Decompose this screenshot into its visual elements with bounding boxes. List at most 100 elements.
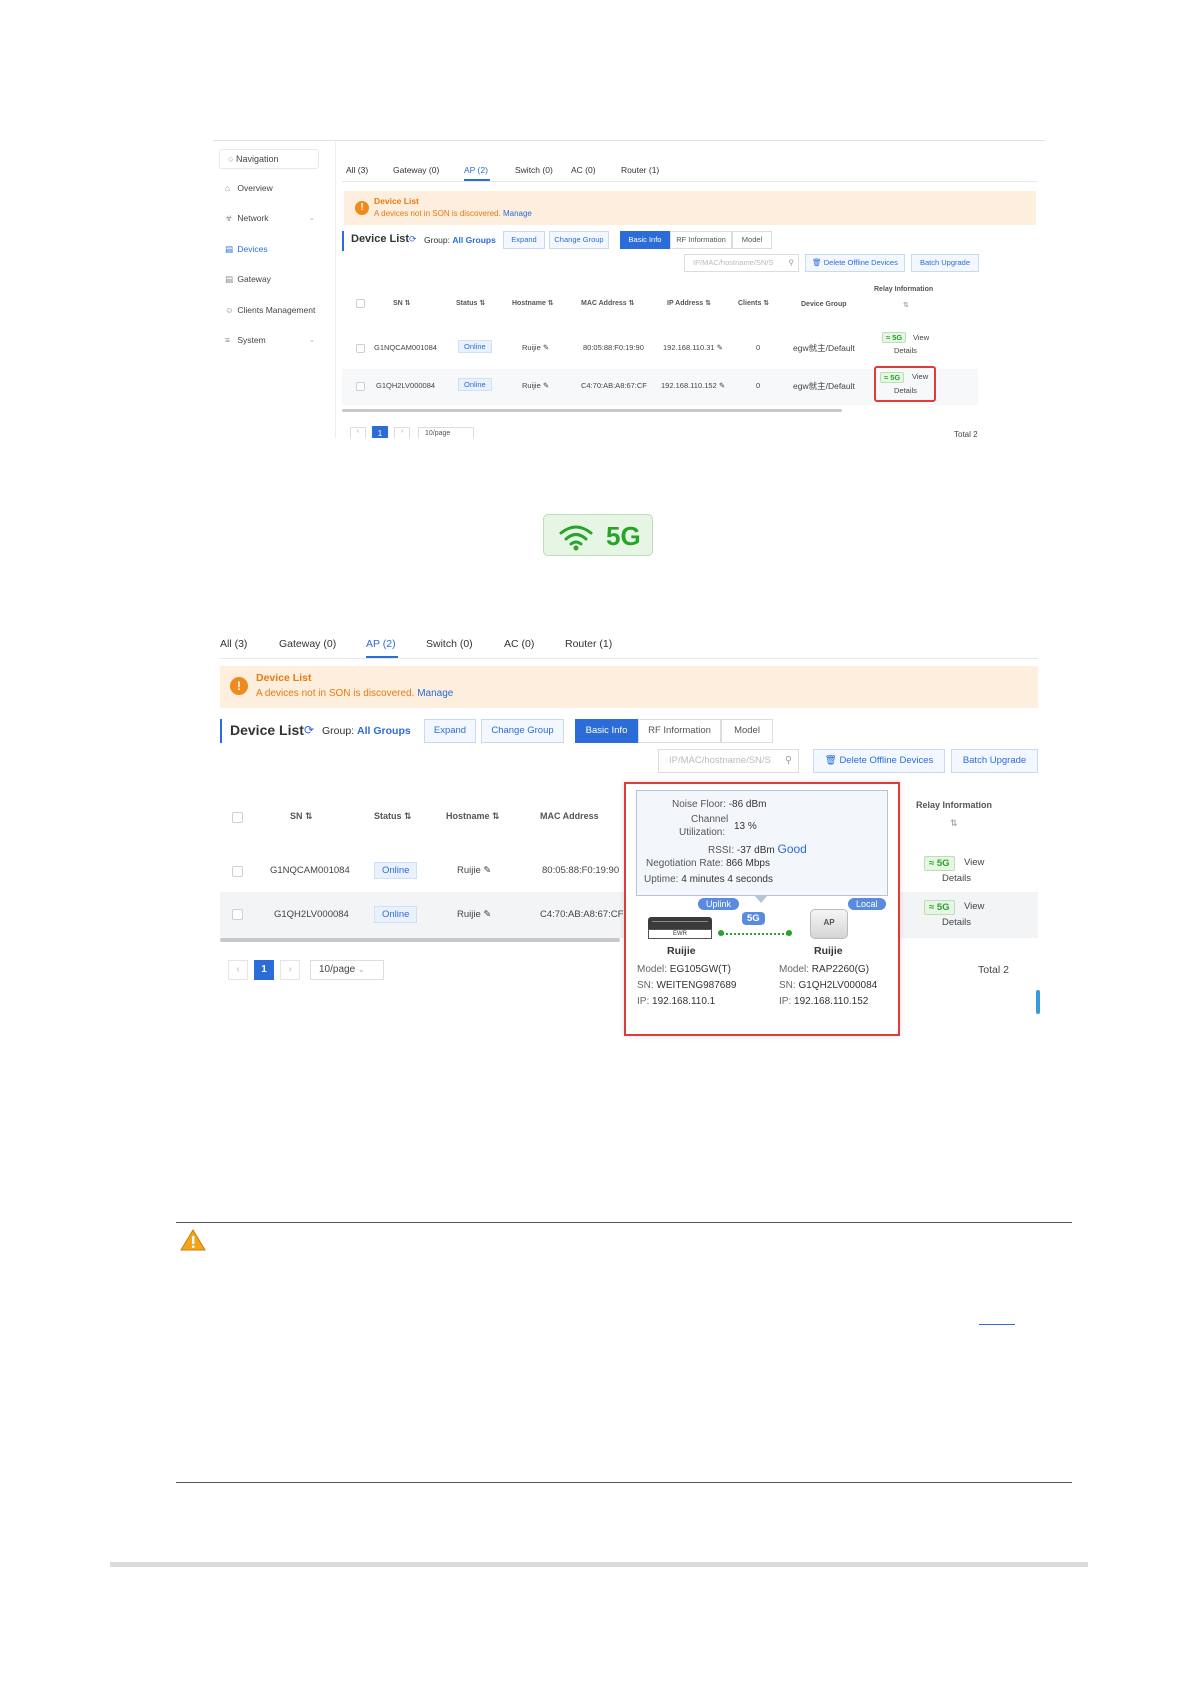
column-relay-information: Relay Information [874, 286, 934, 293]
relay-badge[interactable]: ≈ 5G [880, 372, 905, 383]
view-link[interactable]: View [912, 372, 928, 381]
prev-page-button[interactable]: ‹ [350, 427, 366, 438]
delete-offline-devices-button[interactable]: 🗑 Delete Offline Devices [805, 254, 905, 272]
page-size-select[interactable]: 10/page ⌄ [310, 960, 384, 980]
next-page-button[interactable]: › [280, 960, 300, 980]
row-checkbox[interactable] [232, 866, 243, 877]
noise-floor-label: Noise Floor: [672, 799, 726, 810]
note-link-underline[interactable] [979, 1324, 1015, 1325]
sidebar-item-devices[interactable]: ▤ Devices [225, 244, 268, 255]
column-ip[interactable]: IP Address ⇅ [667, 299, 711, 307]
horizontal-scrollbar[interactable] [220, 938, 620, 942]
sn-link[interactable]: G1QH2LV000084 [376, 381, 435, 390]
tab-switch[interactable]: Switch (0) [426, 638, 473, 650]
sidebar-item-gateway[interactable]: ▤ Gateway [225, 274, 271, 285]
page-number[interactable]: 1 [372, 426, 388, 438]
view-link[interactable]: View [964, 857, 984, 868]
ip-link[interactable]: 192.168.110.152 ✎ [661, 381, 725, 390]
rssi: RSSI: -37 dBm Good [708, 842, 807, 856]
model-tab[interactable]: Model [721, 719, 773, 743]
hostname-link[interactable]: Ruijie ✎ [457, 909, 491, 920]
basic-info-tab[interactable]: Basic Info [620, 231, 670, 249]
hostname-link[interactable]: Ruijie ✎ [522, 381, 549, 390]
sidebar-item-network[interactable]: ☣ Network [225, 213, 269, 224]
prev-page-button[interactable]: ‹ [228, 960, 248, 980]
tab-router[interactable]: Router (1) [621, 165, 659, 175]
details-link[interactable]: Details [942, 917, 971, 928]
rf-information-tab[interactable]: RF Information [670, 231, 732, 249]
next-page-button[interactable]: › [394, 427, 410, 438]
column-status[interactable]: Status ⇅ [374, 811, 412, 822]
navigation-search[interactable]: ○ Navigation [219, 149, 319, 169]
change-group-button[interactable]: Change Group [549, 231, 609, 249]
device-group-link[interactable]: egw就主/Default [793, 342, 855, 354]
manage-link[interactable]: Manage [503, 209, 532, 218]
view-link[interactable]: View [964, 901, 984, 912]
details-link[interactable]: Details [894, 346, 917, 355]
expand-button[interactable]: Expand [503, 231, 545, 249]
tab-ap[interactable]: AP (2) [464, 165, 488, 175]
delete-offline-devices-button[interactable]: 🗑 Delete Offline Devices [813, 749, 945, 773]
change-group-button[interactable]: Change Group [481, 719, 564, 743]
page-size-select[interactable]: 10/page [418, 427, 474, 438]
group-selector[interactable]: Group: All Groups [322, 725, 411, 737]
screenshot-relay-popover: All (3) Gateway (0) AP (2) Switch (0) AC… [216, 628, 1046, 1040]
relay-badge-zoom: 5G [543, 514, 653, 556]
tab-ac[interactable]: AC (0) [571, 165, 596, 175]
row-checkbox[interactable] [356, 344, 365, 353]
sidebar-item-overview[interactable]: ⌂ Overview [225, 183, 273, 193]
batch-upgrade-button[interactable]: Batch Upgrade [911, 254, 979, 272]
sn-link[interactable]: G1NQCAM001084 [270, 865, 350, 876]
tab-gateway[interactable]: Gateway (0) [393, 165, 439, 175]
sn-link[interactable]: G1NQCAM001084 [374, 343, 437, 352]
search-input[interactable]: IP/MAC/hostname/SN/S ⚲ [684, 254, 799, 272]
sort-icon[interactable]: ⇅ [903, 301, 909, 309]
tab-gateway[interactable]: Gateway (0) [279, 638, 336, 650]
sidebar-item-system[interactable]: ≡ System [225, 335, 266, 345]
manage-link[interactable]: Manage [417, 688, 453, 699]
tab-all[interactable]: All (3) [220, 638, 247, 650]
view-link[interactable]: View [913, 333, 929, 342]
refresh-icon[interactable]: ⟳ [409, 234, 417, 245]
batch-upgrade-button[interactable]: Batch Upgrade [951, 749, 1038, 773]
row-checkbox[interactable] [232, 909, 243, 920]
expand-button[interactable]: Expand [424, 719, 476, 743]
ip-link[interactable]: 192.168.110.31 ✎ [663, 343, 723, 352]
rf-information-tab[interactable]: RF Information [638, 719, 721, 743]
sidebar-item-clients[interactable]: ☺ Clients Management [225, 305, 315, 315]
row-checkbox[interactable] [356, 382, 365, 391]
ip-value: 192.168.110.1 [652, 996, 716, 1007]
relay-badge[interactable]: ≈ 5G [882, 332, 907, 343]
column-sn[interactable]: SN ⇅ [393, 299, 411, 307]
details-link[interactable]: Details [894, 386, 917, 395]
tab-router[interactable]: Router (1) [565, 638, 612, 650]
column-sn[interactable]: SN ⇅ [290, 811, 313, 822]
hostname-link[interactable]: Ruijie ✎ [457, 865, 491, 876]
group-value: All Groups [452, 235, 496, 245]
horizontal-scrollbar[interactable] [342, 409, 842, 412]
page-number[interactable]: 1 [254, 960, 274, 980]
column-clients[interactable]: Clients ⇅ [738, 299, 769, 307]
tab-ap[interactable]: AP (2) [366, 638, 396, 650]
column-status[interactable]: Status ⇅ [456, 299, 485, 307]
select-all-checkbox[interactable] [232, 812, 243, 823]
device-group-link[interactable]: egw就主/Default [793, 380, 855, 392]
tab-all[interactable]: All (3) [346, 165, 368, 175]
column-mac[interactable]: MAC Address ⇅ [581, 299, 634, 307]
refresh-icon[interactable]: ⟳ [304, 723, 314, 737]
sort-icon[interactable]: ⇅ [950, 818, 958, 829]
model-tab[interactable]: Model [732, 231, 772, 249]
column-hostname[interactable]: Hostname ⇅ [446, 811, 500, 822]
column-hostname[interactable]: Hostname ⇅ [512, 299, 554, 307]
relay-badge[interactable]: ≈ 5G [924, 900, 955, 915]
tab-switch[interactable]: Switch (0) [515, 165, 553, 175]
basic-info-tab[interactable]: Basic Info [575, 719, 638, 743]
sn-link[interactable]: G1QH2LV000084 [274, 909, 349, 920]
tab-ac[interactable]: AC (0) [504, 638, 534, 650]
hostname-link[interactable]: Ruijie ✎ [522, 343, 549, 352]
search-input[interactable]: IP/MAC/hostname/SN/S ⚲ [658, 749, 799, 773]
select-all-checkbox[interactable] [356, 299, 365, 308]
group-selector[interactable]: Group: All Groups [424, 235, 496, 245]
details-link[interactable]: Details [942, 873, 971, 884]
relay-badge[interactable]: ≈ 5G [924, 856, 955, 871]
